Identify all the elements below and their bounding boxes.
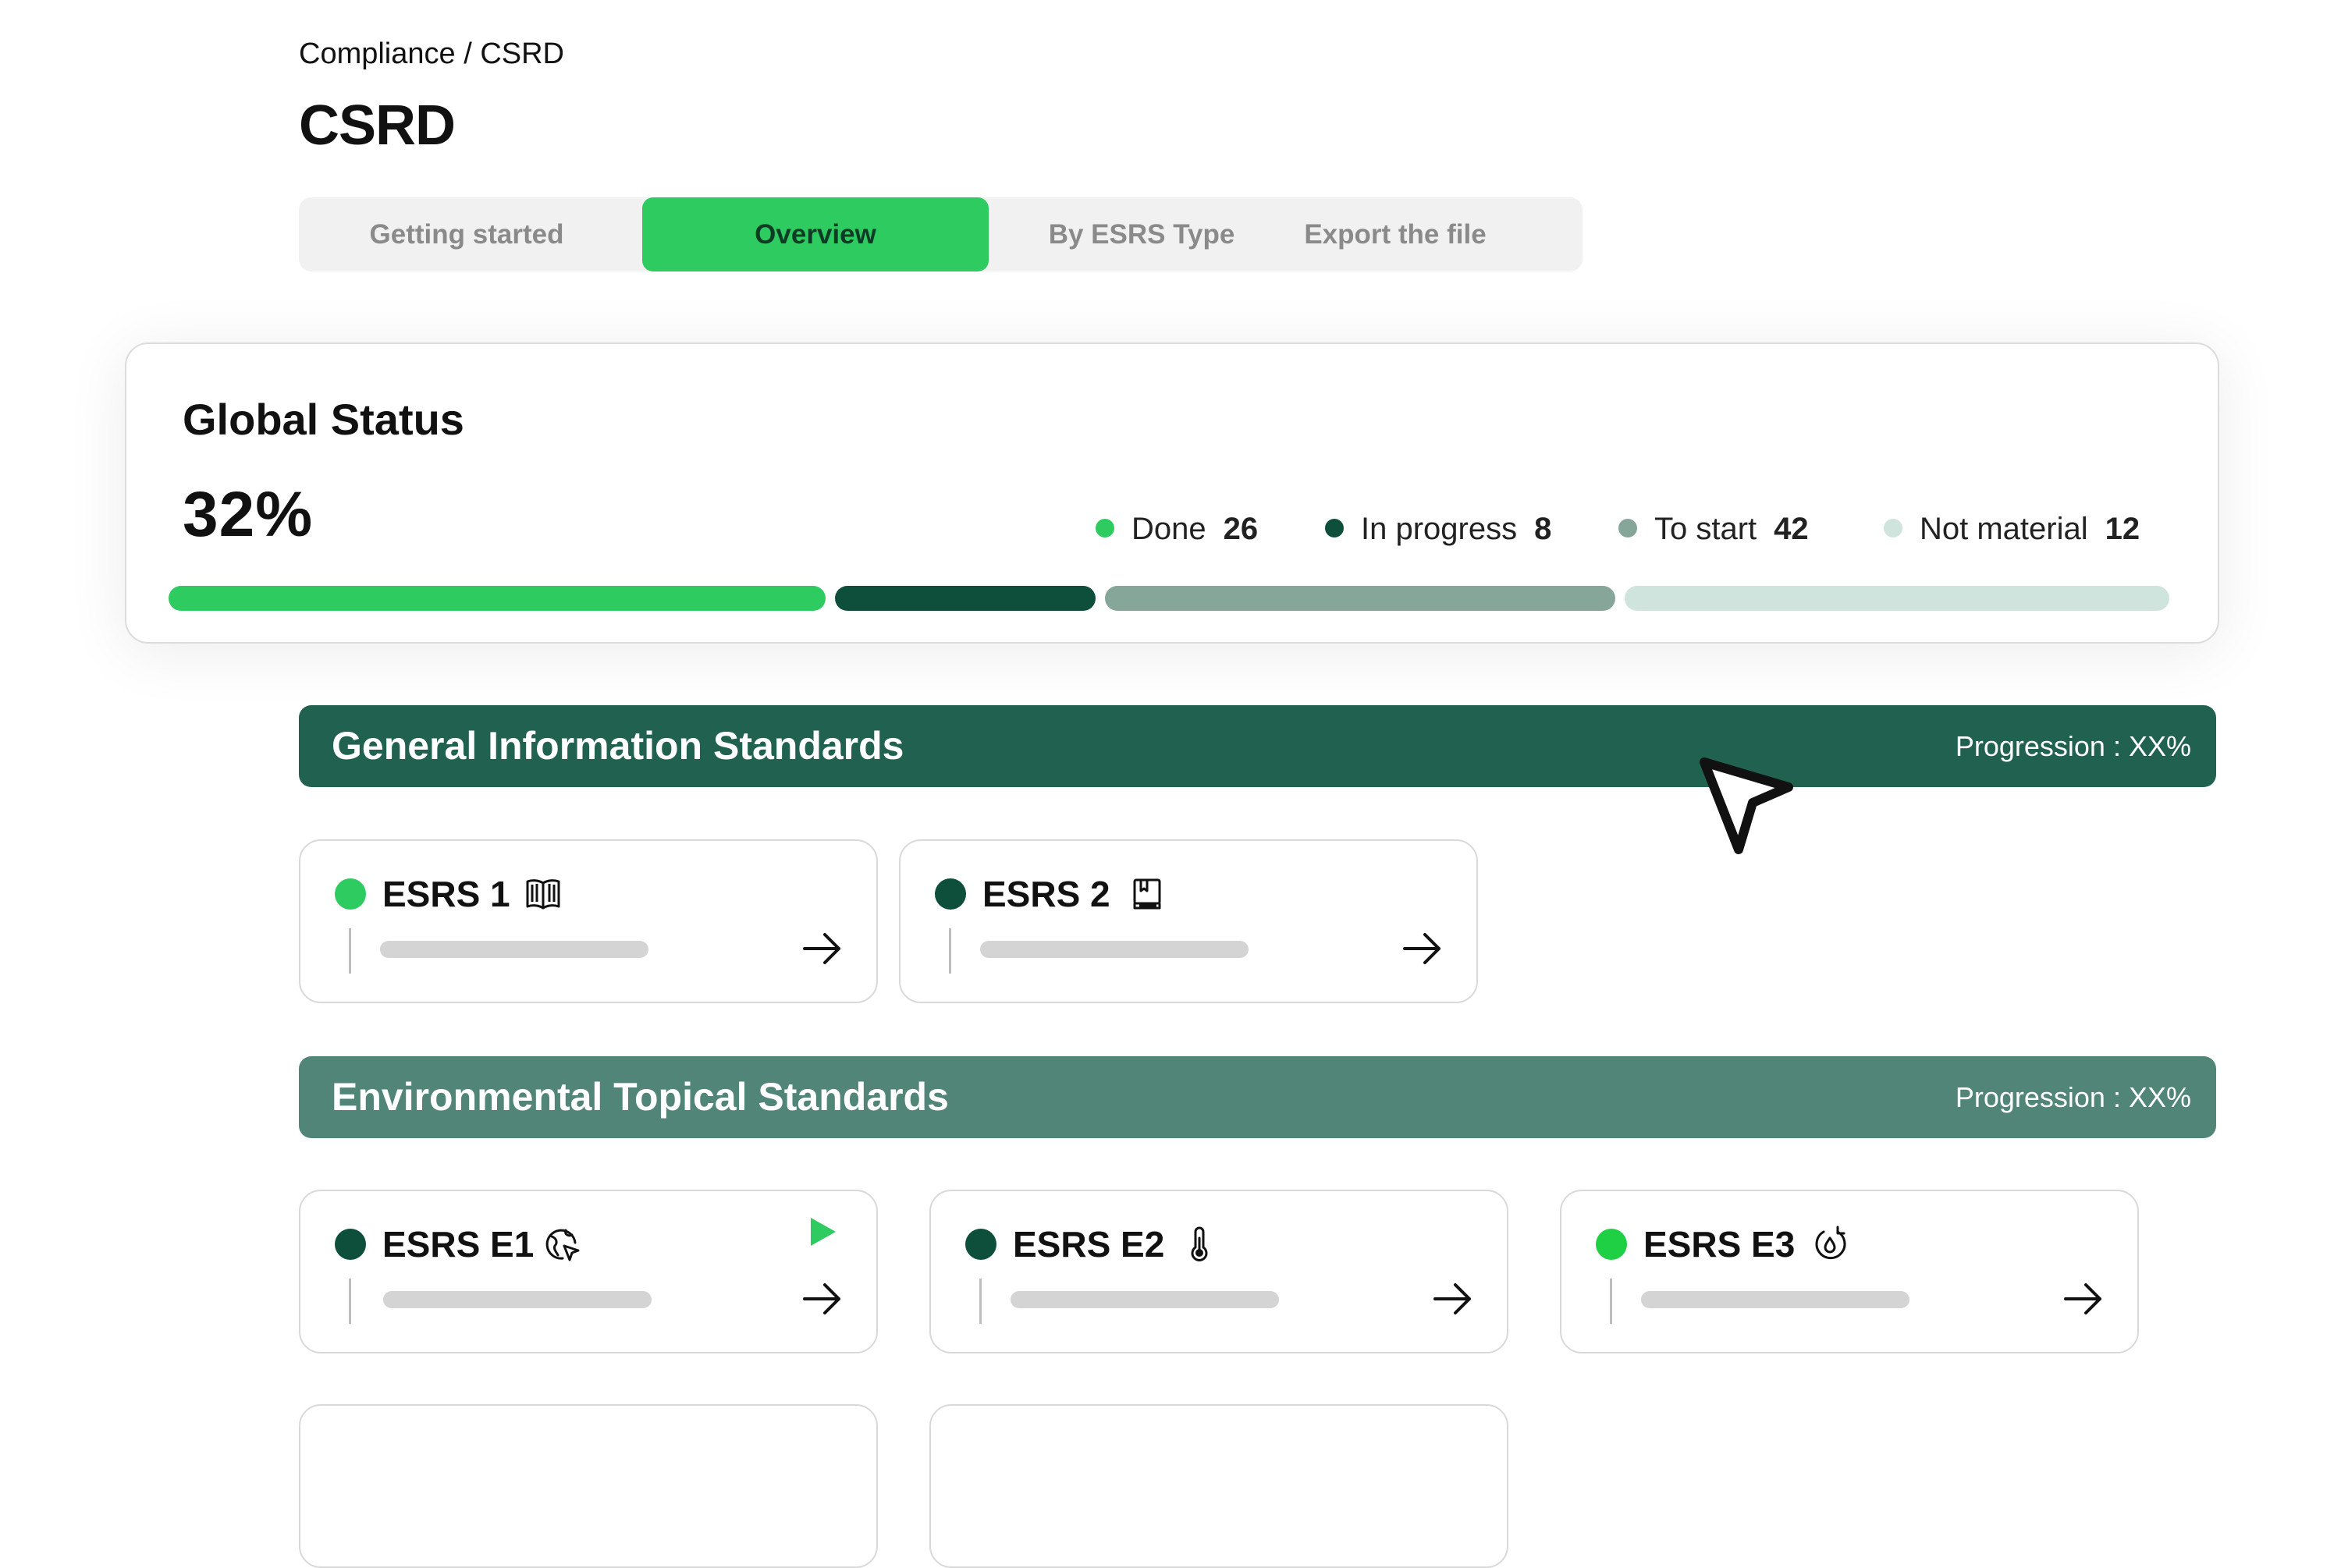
legend-label: In progress bbox=[1361, 512, 1518, 546]
card-progress-bar bbox=[1011, 1291, 1279, 1308]
global-status-card: Global Status 32% Done 26 In progress 8 To… bbox=[125, 342, 2219, 644]
legend-to-start: To start 42 bbox=[1618, 509, 1809, 548]
status-dot-icon bbox=[1596, 1229, 1627, 1260]
section-environmental-topical[interactable]: Environmental Topical Standards Progress… bbox=[299, 1056, 2216, 1138]
divider-line bbox=[349, 1279, 351, 1324]
divider-line bbox=[949, 928, 951, 974]
card-name: ESRS 1 bbox=[382, 874, 510, 914]
arrow-right-icon[interactable] bbox=[1430, 1277, 1474, 1321]
legend-count: 26 bbox=[1223, 512, 1259, 546]
status-dot-icon bbox=[335, 878, 366, 910]
progress-segment-to-start bbox=[1105, 586, 1615, 611]
legend-label: Done bbox=[1131, 512, 1206, 546]
card-progress-bar bbox=[383, 1291, 652, 1308]
tab-export-the-file[interactable]: Export the file bbox=[1274, 197, 1516, 271]
breadcrumb: Compliance / CSRD bbox=[299, 37, 564, 70]
arrow-right-icon[interactable] bbox=[800, 1277, 844, 1321]
esrs-card-esrs-e1[interactable]: ESRS E1 bbox=[299, 1190, 878, 1353]
esrs-card-esrs-2[interactable]: ESRS 2 bbox=[899, 839, 1478, 1003]
divider-line bbox=[349, 928, 351, 974]
status-dot-icon bbox=[965, 1229, 996, 1260]
card-progress-bar bbox=[980, 941, 1249, 958]
closed-book-icon bbox=[1133, 878, 1161, 910]
tab-bar: Getting started Overview By ESRS Type Ex… bbox=[299, 197, 1583, 271]
tab-by-esrs-type[interactable]: By ESRS Type bbox=[1009, 197, 1274, 271]
done-dot-icon bbox=[1096, 519, 1114, 538]
global-status-percent: 32% bbox=[183, 479, 314, 550]
divider-line bbox=[1610, 1279, 1612, 1324]
status-dot-icon bbox=[935, 878, 966, 910]
mouse-pointer-icon bbox=[1700, 757, 1793, 854]
tab-getting-started[interactable]: Getting started bbox=[299, 197, 634, 271]
card-name: ESRS E3 bbox=[1643, 1224, 1796, 1265]
section-general-information[interactable]: General Information Standards Progressio… bbox=[299, 705, 2216, 787]
global-status-title: Global Status bbox=[183, 395, 464, 444]
arrow-right-icon[interactable] bbox=[2061, 1277, 2105, 1321]
legend-label: To start bbox=[1654, 512, 1757, 546]
globe-cursor-icon bbox=[545, 1229, 580, 1261]
arrow-right-icon[interactable] bbox=[1400, 927, 1444, 970]
section-progression: Progression : XX% bbox=[1955, 730, 2191, 762]
status-dot-icon bbox=[335, 1229, 366, 1260]
arrow-right-icon[interactable] bbox=[800, 927, 844, 970]
in-progress-dot-icon bbox=[1325, 519, 1344, 538]
section-progression: Progression : XX% bbox=[1955, 1081, 2191, 1113]
thermometer-icon bbox=[1191, 1226, 1208, 1261]
card-progress-bar bbox=[1641, 1291, 1909, 1308]
page-title: CSRD bbox=[299, 94, 456, 157]
open-book-icon bbox=[526, 879, 560, 910]
card-name: ESRS 2 bbox=[982, 874, 1110, 914]
to-start-dot-icon bbox=[1618, 519, 1637, 538]
esrs-card-esrs-e2[interactable]: ESRS E2 bbox=[929, 1190, 1508, 1353]
legend-label: Not material bbox=[1920, 512, 2088, 546]
progress-segment-done bbox=[169, 586, 826, 611]
progress-segment-in-progress bbox=[835, 586, 1096, 611]
card-name: ESRS E2 bbox=[1013, 1224, 1165, 1265]
play-icon[interactable] bbox=[805, 1215, 839, 1249]
divider-line bbox=[979, 1279, 982, 1324]
legend-not-material: Not material 12 bbox=[1884, 509, 2140, 548]
card-progress-bar bbox=[380, 941, 648, 958]
section-title: General Information Standards bbox=[332, 724, 904, 768]
not-material-dot-icon bbox=[1884, 519, 1902, 538]
legend-done: Done 26 bbox=[1096, 509, 1258, 548]
section-title: Environmental Topical Standards bbox=[332, 1075, 949, 1119]
legend-count: 42 bbox=[1774, 512, 1809, 546]
esrs-card-esrs-1[interactable]: ESRS 1 bbox=[299, 839, 878, 1003]
legend-count: 12 bbox=[2105, 512, 2140, 546]
esrs-card-esrs-e3[interactable]: ESRS E3 bbox=[1560, 1190, 2139, 1353]
legend-in-progress: In progress 8 bbox=[1325, 509, 1551, 548]
progress-segment-not-material bbox=[1625, 586, 2169, 611]
tab-overview[interactable]: Overview bbox=[642, 197, 989, 271]
esrs-card-partial[interactable] bbox=[299, 1404, 878, 1568]
water-cycle-icon bbox=[1815, 1226, 1846, 1260]
card-name: ESRS E1 bbox=[382, 1224, 535, 1265]
legend-count: 8 bbox=[1534, 512, 1552, 546]
esrs-card-partial[interactable] bbox=[929, 1404, 1508, 1568]
